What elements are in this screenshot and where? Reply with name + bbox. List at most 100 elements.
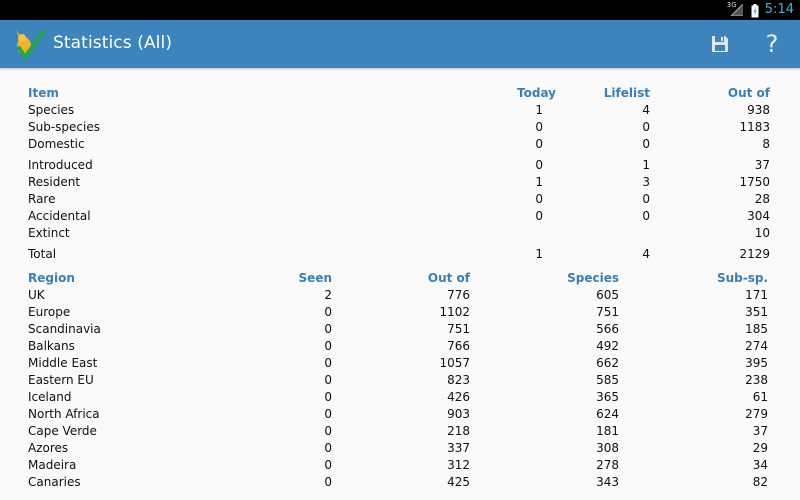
subsp-value: 82 bbox=[752, 475, 768, 489]
total-label: Total bbox=[28, 247, 57, 261]
help-icon: ? bbox=[765, 30, 779, 58]
table-row: Rare 0 0 28 bbox=[28, 192, 770, 209]
action-bar: Statistics (All) ? bbox=[0, 20, 800, 68]
signal-icon: 3G bbox=[727, 1, 745, 17]
seen-value: 2 bbox=[324, 288, 332, 302]
table-row: Domestic 0 0 8 bbox=[28, 137, 770, 154]
seen-value: 0 bbox=[324, 339, 332, 353]
out-of-value: 28 bbox=[754, 192, 770, 206]
subsp-value: 37 bbox=[752, 424, 768, 438]
today-value: 1 bbox=[535, 247, 543, 261]
species-value: 585 bbox=[596, 373, 619, 387]
out-of-value: 37 bbox=[754, 158, 770, 172]
species-value: 278 bbox=[596, 458, 619, 472]
table-row: Resident 1 3 1750 bbox=[28, 175, 770, 192]
item-label: Resident bbox=[28, 175, 81, 189]
region-label: Azores bbox=[28, 441, 69, 455]
item-label: Accidental bbox=[28, 209, 91, 223]
col-header-today: Today bbox=[517, 86, 556, 100]
out-of-value: 304 bbox=[747, 209, 770, 223]
table-row: Balkans 0 766 492 274 bbox=[28, 339, 770, 356]
species-value: 605 bbox=[596, 288, 619, 302]
table-row: Cape Verde 0 218 181 37 bbox=[28, 424, 770, 441]
item-label: Introduced bbox=[28, 158, 93, 172]
species-value: 751 bbox=[596, 305, 619, 319]
today-value: 1 bbox=[535, 175, 543, 189]
species-value: 566 bbox=[596, 322, 619, 336]
seen-value: 0 bbox=[324, 407, 332, 421]
col-header-item: Item bbox=[28, 86, 59, 100]
subsp-value: 171 bbox=[745, 288, 768, 302]
species-value: 492 bbox=[596, 339, 619, 353]
lifelist-value: 0 bbox=[642, 120, 650, 134]
table-row: Introduced 0 1 37 bbox=[28, 158, 770, 175]
table-row: Iceland 0 426 365 61 bbox=[28, 390, 770, 407]
table-row: North Africa 0 903 624 279 bbox=[28, 407, 770, 424]
table-row: Scandinavia 0 751 566 185 bbox=[28, 322, 770, 339]
seen-value: 0 bbox=[324, 475, 332, 489]
item-label: Rare bbox=[28, 192, 56, 206]
regions-header-row: Region Seen Out of Species Sub-sp. bbox=[28, 271, 770, 288]
lifelist-value: 1 bbox=[642, 158, 650, 172]
out-of-value: 751 bbox=[447, 322, 470, 336]
lifelist-value: 0 bbox=[642, 209, 650, 223]
region-label: Iceland bbox=[28, 390, 72, 404]
col-header-out-of: Out of bbox=[427, 271, 470, 285]
lifelist-value: 4 bbox=[642, 247, 650, 261]
region-label: Eastern EU bbox=[28, 373, 94, 387]
app-logo-icon[interactable] bbox=[10, 26, 46, 62]
table-row: UK 2 776 605 171 bbox=[28, 288, 770, 305]
help-button[interactable]: ? bbox=[758, 30, 786, 58]
out-of-value: 1183 bbox=[739, 120, 770, 134]
status-bar: 3G 5:14 bbox=[0, 0, 800, 20]
subsp-value: 29 bbox=[752, 441, 768, 455]
table-row: Eastern EU 0 823 585 238 bbox=[28, 373, 770, 390]
battery-icon bbox=[751, 3, 759, 17]
today-value: 0 bbox=[535, 158, 543, 172]
seen-value: 0 bbox=[324, 424, 332, 438]
subsp-value: 279 bbox=[745, 407, 768, 421]
lifelist-value: 3 bbox=[642, 175, 650, 189]
subsp-value: 238 bbox=[745, 373, 768, 387]
out-of-value: 425 bbox=[447, 475, 470, 489]
item-label: Domestic bbox=[28, 137, 85, 151]
item-label: Extinct bbox=[28, 226, 70, 240]
today-value: 0 bbox=[535, 192, 543, 206]
save-icon bbox=[712, 36, 728, 52]
seen-value: 0 bbox=[324, 356, 332, 370]
lifelist-value: 0 bbox=[642, 192, 650, 206]
table-row: Extinct 10 bbox=[28, 226, 770, 243]
col-header-lifelist: Lifelist bbox=[603, 86, 650, 100]
region-label: Cape Verde bbox=[28, 424, 97, 438]
subsp-value: 61 bbox=[752, 390, 768, 404]
out-of-value: 1102 bbox=[439, 305, 470, 319]
item-label: Species bbox=[28, 103, 75, 117]
save-button[interactable] bbox=[706, 30, 734, 58]
species-value: 343 bbox=[596, 475, 619, 489]
region-label: Scandinavia bbox=[28, 322, 101, 336]
table-row: Middle East 0 1057 662 395 bbox=[28, 356, 770, 373]
subsp-value: 351 bbox=[745, 305, 768, 319]
col-header-species: Species bbox=[567, 271, 619, 285]
col-header-sub-sp: Sub-sp. bbox=[716, 271, 768, 285]
species-value: 308 bbox=[596, 441, 619, 455]
species-value: 181 bbox=[596, 424, 619, 438]
today-value: 0 bbox=[535, 137, 543, 151]
region-label: North Africa bbox=[28, 407, 100, 421]
out-of-value: 2129 bbox=[739, 247, 770, 261]
out-of-value: 1057 bbox=[439, 356, 470, 370]
seen-value: 0 bbox=[324, 373, 332, 387]
out-of-value: 218 bbox=[447, 424, 470, 438]
item-label: Sub-species bbox=[28, 120, 100, 134]
region-label: UK bbox=[28, 288, 45, 302]
table-row: Sub-species 0 0 1183 bbox=[28, 120, 770, 137]
today-value: 1 bbox=[535, 103, 543, 117]
seen-value: 0 bbox=[324, 322, 332, 336]
today-value: 0 bbox=[535, 209, 543, 223]
out-of-value: 8 bbox=[762, 137, 770, 151]
seen-value: 0 bbox=[324, 441, 332, 455]
species-value: 365 bbox=[596, 390, 619, 404]
subsp-value: 395 bbox=[745, 356, 768, 370]
out-of-value: 903 bbox=[447, 407, 470, 421]
out-of-value: 1750 bbox=[739, 175, 770, 189]
